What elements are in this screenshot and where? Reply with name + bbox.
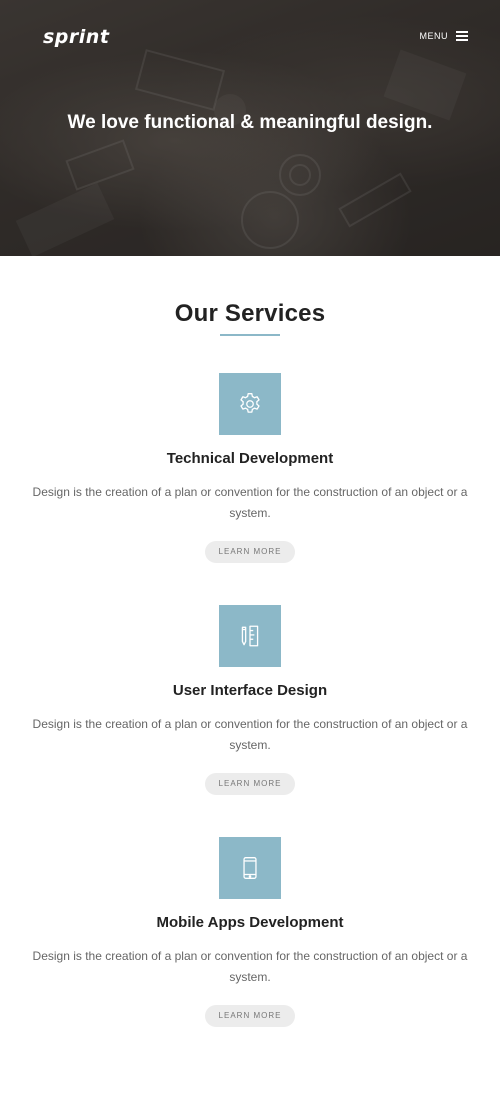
service-title: Technical Development [166, 450, 334, 467]
menu-button[interactable]: MENU [419, 31, 468, 41]
learn-more-button[interactable]: LEARN MORE [205, 1005, 295, 1027]
service-item-technical-development: Technical Development Design is the crea… [0, 373, 500, 563]
hero-section: sprint MENU We love functional & meaning… [0, 0, 500, 256]
pencil-ruler-icon [219, 605, 281, 667]
gear-icon [219, 373, 281, 435]
learn-more-button[interactable]: LEARN MORE [205, 773, 295, 795]
hamburger-icon [456, 31, 468, 41]
menu-label: MENU [419, 31, 448, 41]
services-title: Our Services [174, 300, 326, 327]
service-title: User Interface Design [172, 682, 328, 699]
service-item-user-interface-design: User Interface Design Design is the crea… [0, 605, 500, 795]
service-description: Design is the creation of a plan or conv… [32, 485, 468, 520]
services-section: Our Services Technical Development Desig… [0, 256, 500, 1027]
title-underline [220, 334, 280, 336]
service-title: Mobile Apps Development [156, 914, 344, 931]
site-logo[interactable]: sprint [43, 26, 109, 48]
service-description: Design is the creation of a plan or conv… [32, 949, 468, 984]
service-description: Design is the creation of a plan or conv… [32, 717, 468, 752]
mobile-phone-icon [219, 837, 281, 899]
service-item-mobile-apps-development: Mobile Apps Development Design is the cr… [0, 837, 500, 1027]
learn-more-button[interactable]: LEARN MORE [205, 541, 295, 563]
hero-tagline: We love functional & meaningful design. [67, 112, 433, 133]
